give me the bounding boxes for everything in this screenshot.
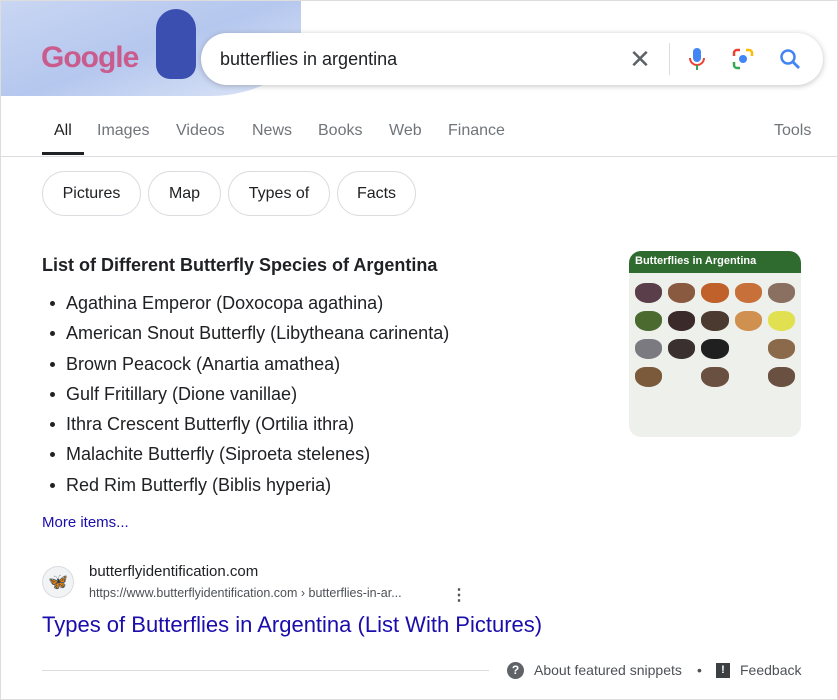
tab-videos[interactable]: Videos xyxy=(176,122,225,140)
about-featured-snippets-link[interactable]: About featured snippets xyxy=(534,662,682,678)
search-icon[interactable] xyxy=(777,46,803,72)
divider xyxy=(42,670,489,671)
chip-facts[interactable]: Facts xyxy=(337,171,416,216)
chip-map[interactable]: Map xyxy=(148,171,221,216)
list-item: Red Rim Butterfly (Biblis hyperia) xyxy=(42,474,449,504)
butterfly-favicon-icon[interactable]: 🦋 xyxy=(42,566,74,598)
more-items-link[interactable]: More items... xyxy=(42,514,129,531)
help-icon[interactable]: ? xyxy=(507,662,524,679)
doodle-bird-image xyxy=(156,9,196,79)
lens-icon[interactable] xyxy=(731,47,755,71)
result-url[interactable]: https://www.butterflyidentification.com … xyxy=(89,586,402,600)
chip-pictures[interactable]: Pictures xyxy=(42,171,141,216)
list-item: Ithra Crescent Butterfly (Ortilia ithra) xyxy=(42,413,449,443)
tab-images[interactable]: Images xyxy=(97,122,149,140)
snippet-heading: List of Different Butterfly Species of A… xyxy=(42,255,438,275)
list-item: Agathina Emperor (Doxocopa agathina) xyxy=(42,292,449,322)
image-title: Butterflies in Argentina xyxy=(629,251,801,273)
tools-button[interactable]: Tools xyxy=(774,122,811,140)
tab-news[interactable]: News xyxy=(252,122,292,140)
search-box[interactable]: butterflies in argentina ✕ xyxy=(201,33,823,85)
list-item: Malachite Butterfly (Siproeta stelenes) xyxy=(42,443,449,473)
more-options-icon[interactable]: ⋮ xyxy=(451,585,467,605)
feedback-icon[interactable]: ! xyxy=(716,663,730,678)
list-item: American Snout Butterfly (Libytheana car… xyxy=(42,322,449,352)
snippet-image[interactable]: Butterflies in Argentina xyxy=(629,251,801,437)
tab-web[interactable]: Web xyxy=(389,122,422,140)
clear-icon[interactable]: ✕ xyxy=(627,44,653,74)
separator-dot: • xyxy=(697,662,702,678)
list-item: Gulf Fritillary (Dione vanillae) xyxy=(42,383,449,413)
result-domain[interactable]: butterflyidentification.com xyxy=(89,563,258,580)
chip-types-of[interactable]: Types of xyxy=(228,171,330,216)
google-logo: Google xyxy=(41,41,139,74)
tab-finance[interactable]: Finance xyxy=(448,122,505,140)
divider xyxy=(669,43,670,75)
butterfly-grid xyxy=(629,273,801,397)
list-item: Brown Peacock (Anartia amathea) xyxy=(42,353,449,383)
tab-all[interactable]: All xyxy=(42,122,84,155)
microphone-icon[interactable] xyxy=(687,47,707,71)
search-input[interactable]: butterflies in argentina xyxy=(220,49,397,70)
snippet-list: Agathina Emperor (Doxocopa agathina) Ame… xyxy=(42,292,449,504)
search-tabs: All Images Videos News Books Web Finance… xyxy=(1,121,838,157)
tab-books[interactable]: Books xyxy=(318,122,362,140)
feedback-link[interactable]: Feedback xyxy=(740,662,801,678)
result-title-link[interactable]: Types of Butterflies in Argentina (List … xyxy=(42,612,542,638)
